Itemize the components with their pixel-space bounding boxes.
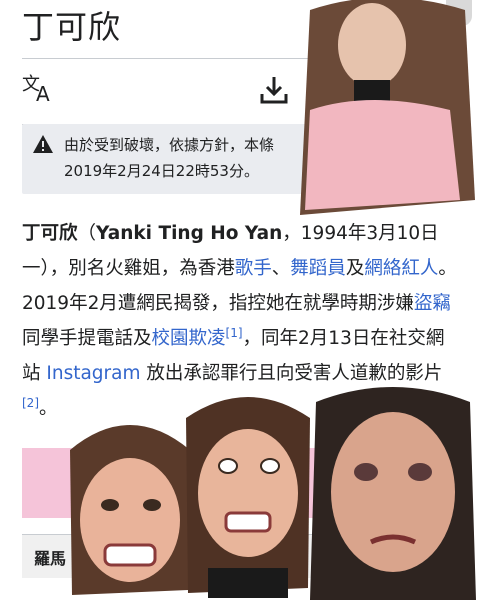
overlay-photo-woman-long-hair bbox=[290, 0, 480, 218]
link-instagram[interactable]: Instagram bbox=[46, 363, 140, 384]
text-fragment: 放出承認罪行且向受害人道歉的影片 bbox=[140, 363, 443, 384]
text-fragment: 、 bbox=[271, 258, 291, 279]
article-subject: 丁可欣 bbox=[22, 223, 78, 244]
overlay-face-glare bbox=[306, 382, 480, 600]
translate-icon[interactable]: 文 A bbox=[22, 74, 56, 108]
text-fragment: 及 bbox=[345, 258, 365, 279]
warning-icon bbox=[32, 134, 54, 158]
text-fragment: （ bbox=[77, 223, 97, 244]
link-theft[interactable]: 盜竊 bbox=[414, 293, 451, 314]
english-name: Yanki Ting Ho Yan bbox=[96, 223, 283, 244]
reference-1[interactable]: [1] bbox=[226, 326, 243, 340]
text-fragment: 同學手提電話及 bbox=[22, 328, 152, 349]
text-fragment: 。 bbox=[39, 398, 58, 419]
link-singer[interactable]: 歌手 bbox=[235, 258, 272, 279]
download-icon[interactable] bbox=[258, 74, 290, 110]
link-influencer[interactable]: 網絡紅人 bbox=[364, 258, 438, 279]
overlay-face-grimace bbox=[178, 388, 318, 600]
reference-2[interactable]: [2] bbox=[22, 396, 39, 410]
page-title: 丁可欣 bbox=[22, 8, 122, 46]
link-dancer[interactable]: 舞蹈員 bbox=[290, 258, 346, 279]
link-bullying[interactable]: 校園欺凌 bbox=[152, 328, 226, 349]
svg-text:A: A bbox=[36, 82, 50, 104]
